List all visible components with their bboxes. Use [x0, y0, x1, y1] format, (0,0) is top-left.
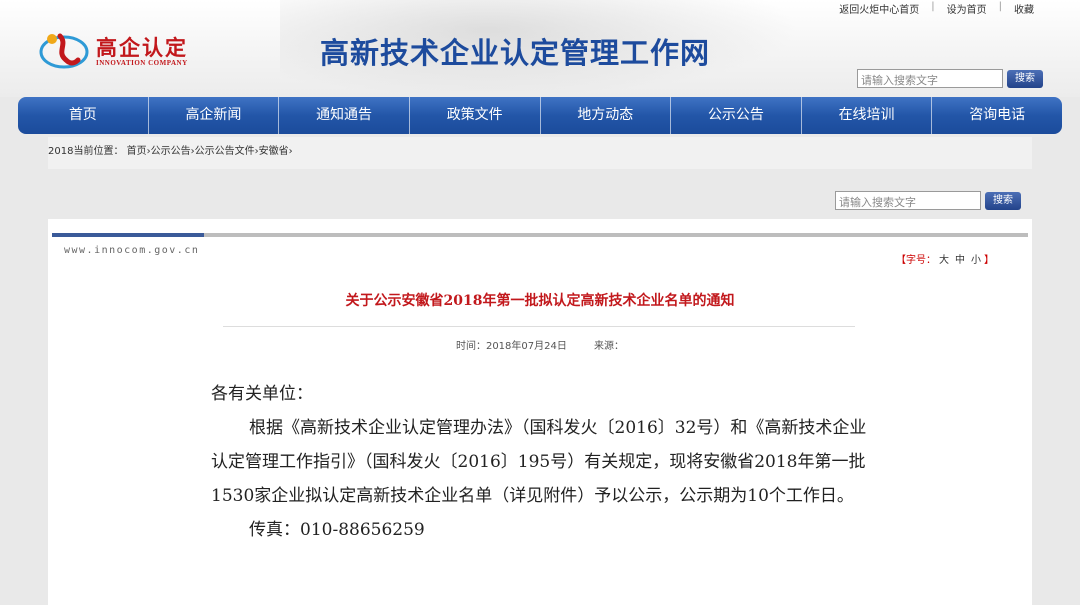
title-divider — [223, 326, 855, 327]
top-links: 返回火炬中心首页 | 设为首页 | 收藏 — [839, 1, 1034, 16]
nav-item-training[interactable]: 在线培训 — [802, 97, 933, 134]
back-to-torch-center-link[interactable]: 返回火炬中心首页 — [839, 1, 919, 16]
nav-item-local[interactable]: 地方动态 — [541, 97, 672, 134]
breadcrumb-anhui[interactable]: 安徽省 — [259, 146, 289, 157]
greeting: 各有关单位： — [211, 384, 313, 404]
font-size-end: 】 — [984, 255, 994, 266]
fax-line: 传真：010-88656259 — [249, 520, 425, 540]
font-size-controls: 【字号：大中小】 — [896, 251, 994, 266]
divider: | — [931, 1, 935, 12]
search-input-secondary[interactable]: 请输入搜索文字 — [835, 191, 981, 210]
nav-item-publicity[interactable]: 公示公告 — [671, 97, 802, 134]
content-top-bar-accent — [52, 233, 204, 237]
breadcrumb-separator: › — [288, 146, 293, 157]
logo-subtext: INNOVATION COMPANY — [96, 59, 188, 67]
search-button[interactable]: 搜索 — [1007, 70, 1043, 88]
logo[interactable]: 高企认定 INNOVATION COMPANY — [38, 26, 218, 78]
breadcrumb-publicity-files[interactable]: 公示公告文件 — [195, 146, 255, 157]
nav-item-news[interactable]: 高企新闻 — [149, 97, 280, 134]
nav-item-policy[interactable]: 政策文件 — [410, 97, 541, 134]
site-header: 返回火炬中心首页 | 设为首页 | 收藏 高企认定 INNOVATION COM… — [0, 0, 1080, 97]
font-size-medium[interactable]: 中 — [955, 255, 965, 266]
content-top-bar — [52, 233, 1028, 237]
search-button-secondary[interactable]: 搜索 — [985, 192, 1021, 210]
breadcrumb-publicity[interactable]: 公示公告 — [151, 146, 191, 157]
article-source: 来源： — [594, 341, 625, 352]
site-domain: www.innocom.gov.cn — [64, 245, 200, 256]
font-size-small[interactable]: 小 — [971, 255, 981, 266]
breadcrumb-home[interactable]: 首页 — [127, 146, 147, 157]
header-search: 请输入搜索文字 搜索 — [857, 69, 1043, 88]
logo-icon — [39, 33, 89, 69]
logo-text: 高企认定 — [96, 36, 188, 60]
content-search: 请输入搜索文字 搜索 — [835, 191, 1021, 210]
nav-item-notices[interactable]: 通知通告 — [279, 97, 410, 134]
nav-item-home[interactable]: 首页 — [18, 97, 149, 134]
article-time: 时间：2018年07月24日 — [455, 341, 567, 352]
article-title: 关于公示安徽省2018年第一批拟认定高新技术企业名单的通知 — [345, 293, 735, 309]
breadcrumb-prefix: 2018当前位置： — [48, 146, 124, 157]
body-paragraph: 根据《高新技术企业认定管理办法》（国科发火〔2016〕32号）和《高新技术企业认… — [211, 418, 867, 506]
font-size-large[interactable]: 大 — [939, 255, 949, 266]
bookmark-link[interactable]: 收藏 — [1014, 1, 1034, 16]
main-nav: 首页 高企新闻 通知通告 政策文件 地方动态 公示公告 在线培训 咨询电话 — [18, 97, 1062, 134]
article-meta: 时间：2018年07月24日 来源： — [48, 337, 1032, 352]
site-title: 高新技术企业认定管理工作网 — [320, 36, 711, 70]
divider: | — [998, 1, 1002, 12]
set-homepage-link[interactable]: 设为首页 — [947, 1, 987, 16]
breadcrumb: 2018当前位置： 首页›公示公告›公示公告文件›安徽省› — [48, 137, 1032, 169]
article-panel: www.innocom.gov.cn 【字号：大中小】 关于公示安徽省2018年… — [48, 219, 1032, 605]
font-size-label: 【字号： — [896, 255, 936, 266]
search-input[interactable]: 请输入搜索文字 — [857, 69, 1003, 88]
article-body: 各有关单位： 根据《高新技术企业认定管理办法》（国科发火〔2016〕32号）和《… — [211, 377, 875, 547]
nav-item-hotline[interactable]: 咨询电话 — [932, 97, 1062, 134]
